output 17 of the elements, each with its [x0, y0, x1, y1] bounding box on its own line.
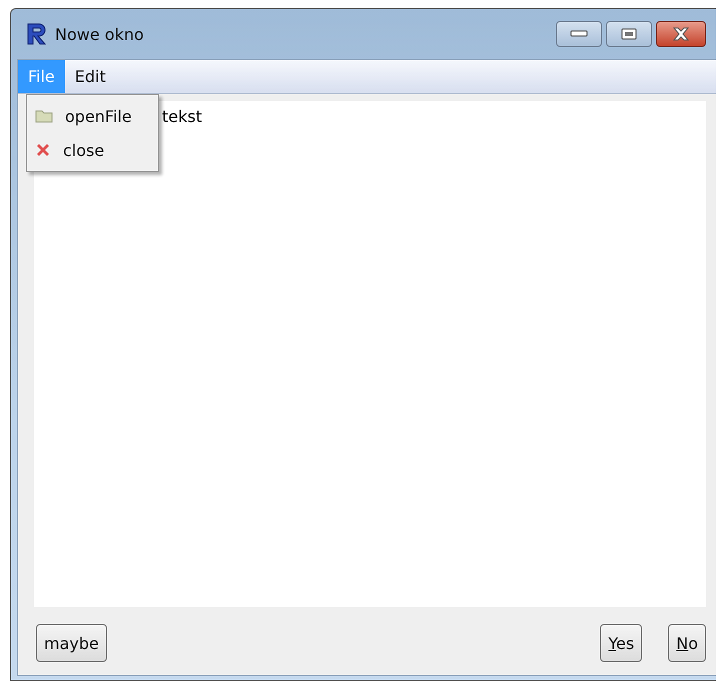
- folder-icon: [35, 109, 53, 123]
- dialog-button[interactable]: maybe: [36, 624, 107, 662]
- maximize-icon: [621, 28, 637, 40]
- menu-item[interactable]: openFile: [65, 106, 132, 126]
- maximize-button[interactable]: [606, 21, 652, 47]
- menu-item[interactable]: close: [63, 140, 104, 160]
- dialog-button[interactable]: Yes: [600, 624, 642, 662]
- close-icon: [35, 142, 51, 158]
- close-icon: [671, 27, 691, 41]
- window-title: Nowe okno: [55, 24, 144, 44]
- minimize-button[interactable]: [556, 21, 602, 47]
- minimize-icon: [570, 30, 588, 38]
- text-area[interactable]: tekst: [162, 107, 202, 126]
- dialog-button[interactable]: No: [668, 624, 706, 662]
- r-logo-icon: [25, 22, 49, 46]
- menu-item[interactable]: Edit: [64, 60, 116, 93]
- close-button[interactable]: [656, 21, 706, 47]
